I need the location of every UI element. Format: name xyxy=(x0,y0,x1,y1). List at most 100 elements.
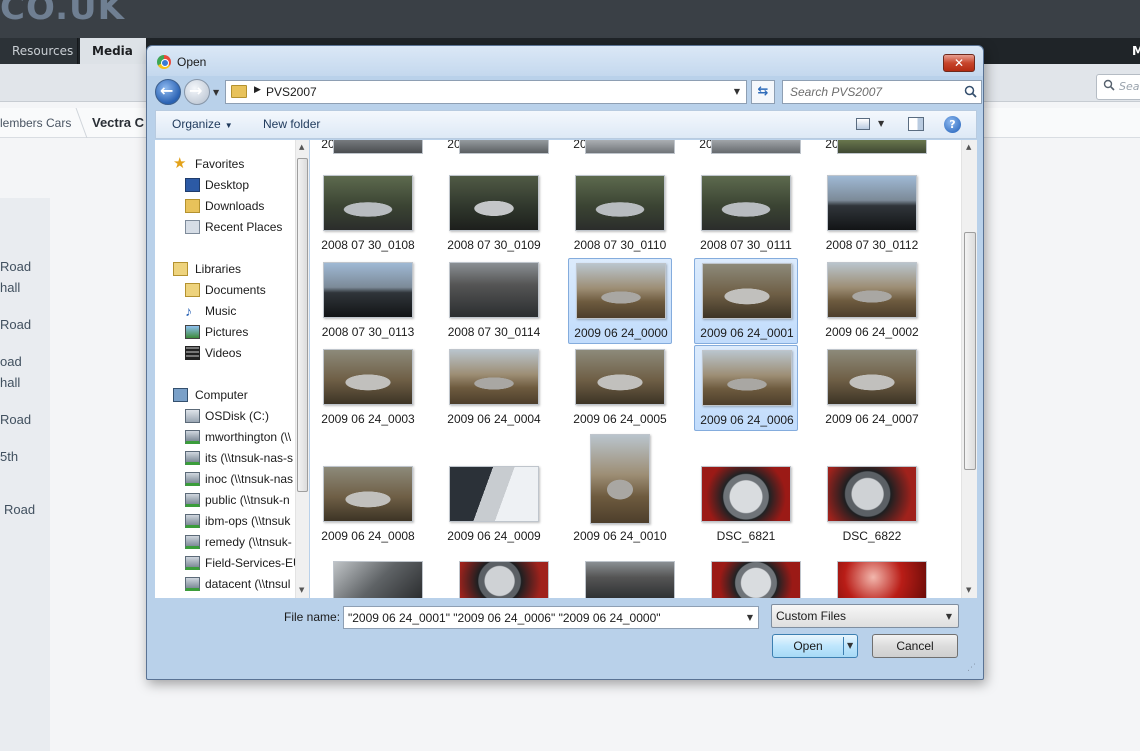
resize-grip-icon[interactable]: ⋰ xyxy=(967,663,976,673)
scroll-up-icon[interactable]: ▲ xyxy=(966,143,971,151)
preview-pane-icon[interactable] xyxy=(908,117,924,131)
file-item[interactable]: 2008 07 30_0114 xyxy=(442,258,546,344)
organize-button[interactable]: Organize ▼ xyxy=(172,117,233,131)
close-button[interactable]: ✕ xyxy=(943,54,975,72)
file-item[interactable]: 2009 06 24_0009 xyxy=(442,462,546,548)
search-input[interactable] xyxy=(783,81,959,103)
file-thumbnail-partial[interactable] xyxy=(711,140,801,154)
breadcrumb-members-cars[interactable]: lembers Cars xyxy=(0,116,71,130)
file-type-select[interactable]: Custom Files ▼ xyxy=(771,604,959,628)
file-thumbnail-partial[interactable] xyxy=(837,140,927,154)
file-thumbnail-partial[interactable] xyxy=(711,561,801,598)
file-item[interactable]: 2009 06 24_0007 xyxy=(820,345,924,431)
file-item[interactable]: 2009 06 24_0000 xyxy=(568,258,672,344)
open-options-dropdown-icon[interactable]: ▼ xyxy=(847,641,853,650)
breadcrumb-vectra-c[interactable]: Vectra C xyxy=(92,115,144,130)
file-thumbnail-partial[interactable] xyxy=(837,561,927,598)
file-list-scrollbar[interactable]: ▲ ▼ xyxy=(961,140,977,598)
file-item[interactable]: 2008 07 30_0111 xyxy=(694,171,798,257)
forward-button[interactable] xyxy=(184,79,210,105)
address-path[interactable]: ▶ PVS2007 ▼ xyxy=(225,80,747,104)
file-thumbnail-partial[interactable] xyxy=(333,140,423,154)
path-segment[interactable]: PVS2007 xyxy=(266,85,317,99)
nav-videos[interactable]: Videos xyxy=(155,343,295,364)
nav-pictures[interactable]: Pictures xyxy=(155,322,295,343)
nav-user[interactable]: Ma xyxy=(1120,38,1140,64)
file-thumbnail-partial[interactable] xyxy=(459,140,549,154)
file-item[interactable]: DSC_6821 xyxy=(694,462,798,548)
scroll-up-icon[interactable]: ▲ xyxy=(299,143,304,151)
nav-network-drive[interactable]: Field-Services-EU xyxy=(155,553,295,574)
nav-computer[interactable]: Computer xyxy=(155,385,295,406)
nav-libraries[interactable]: Libraries xyxy=(155,259,295,280)
nav-desktop[interactable]: Desktop xyxy=(155,175,295,196)
file-item[interactable]: 2009 06 24_0005 xyxy=(568,345,672,431)
file-name-dropdown-icon[interactable]: ▼ xyxy=(747,613,753,622)
nav-network-drive[interactable]: datacent (\\tnsul xyxy=(155,574,295,595)
network-drive-icon xyxy=(185,556,200,570)
file-item[interactable]: 2009 06 24_0010 xyxy=(568,434,672,548)
scroll-down-icon[interactable]: ▼ xyxy=(966,586,971,594)
address-dropdown-icon[interactable]: ▼ xyxy=(734,87,740,96)
search-icon[interactable] xyxy=(964,85,977,98)
nav-media[interactable]: Media xyxy=(80,38,146,64)
file-item[interactable]: 2008 07 30_0109 xyxy=(442,171,546,257)
nav-label: Pictures xyxy=(205,325,249,339)
nav-network-drive[interactable]: mworthington (\\ xyxy=(155,427,295,448)
sidebar-text[interactable]: Road xyxy=(0,317,31,332)
nav-scrollbar[interactable]: ▲ ▼ xyxy=(295,140,309,598)
file-item[interactable]: 2008 07 30_0108 xyxy=(316,171,420,257)
file-name-input[interactable] xyxy=(344,607,736,628)
file-list-scroll-thumb[interactable] xyxy=(964,232,976,470)
nav-recent-places[interactable]: Recent Places xyxy=(155,217,295,238)
cancel-button[interactable]: Cancel xyxy=(872,634,958,658)
sidebar-text[interactable]: Road xyxy=(0,259,31,274)
nav-network-drive[interactable]: remedy (\\tnsuk- xyxy=(155,532,295,553)
help-icon[interactable]: ? xyxy=(944,116,961,133)
nav-downloads[interactable]: Downloads xyxy=(155,196,295,217)
file-item[interactable]: 2008 07 30_0113 xyxy=(316,258,420,344)
file-item[interactable]: 2009 06 24_0004 xyxy=(442,345,546,431)
file-item[interactable]: 2009 06 24_0008 xyxy=(316,462,420,548)
network-drive-icon xyxy=(185,493,200,507)
file-item[interactable]: 2009 06 24_0001 xyxy=(694,258,798,344)
refresh-button[interactable]: ⇆ xyxy=(751,80,775,104)
file-item[interactable]: 2009 06 24_0002 xyxy=(820,258,924,344)
nav-drive[interactable]: OSDisk (C:) xyxy=(155,406,295,427)
history-dropdown-icon[interactable]: ▼ xyxy=(213,88,219,97)
new-folder-button[interactable]: New folder xyxy=(263,117,320,131)
nav-favorites[interactable]: ★ Favorites xyxy=(155,154,295,175)
file-item[interactable]: 2008 07 30_0112 xyxy=(820,171,924,257)
file-thumbnail-partial[interactable] xyxy=(585,561,675,598)
nav-network-drive[interactable]: public (\\tnsuk-n xyxy=(155,490,295,511)
nav-scroll-thumb[interactable] xyxy=(297,158,308,492)
nav-network-drive[interactable]: its (\\tnsuk-nas-s xyxy=(155,448,295,469)
sidebar-text[interactable]: Road xyxy=(0,412,31,427)
nav-documents[interactable]: Documents xyxy=(155,280,295,301)
sidebar-text[interactable]: 5th xyxy=(0,449,18,464)
dialog-titlebar[interactable]: Open ✕ xyxy=(147,46,983,76)
file-item[interactable]: DSC_6822 xyxy=(820,462,924,548)
file-thumbnail-partial[interactable] xyxy=(333,561,423,598)
sidebar-text[interactable]: oad xyxy=(0,354,22,369)
back-button[interactable] xyxy=(155,79,181,105)
file-thumbnail-partial[interactable] xyxy=(585,140,675,154)
open-button[interactable]: Open ▼ xyxy=(772,634,858,658)
scroll-down-icon[interactable]: ▼ xyxy=(299,586,304,594)
sidebar-text[interactable]: Road xyxy=(4,502,35,517)
site-logo[interactable]: CO.UK xyxy=(0,0,125,28)
path-chevron-icon[interactable]: ▶ xyxy=(254,85,261,95)
nav-resources[interactable]: Resources xyxy=(0,38,78,64)
file-thumbnail-partial[interactable] xyxy=(459,561,549,598)
nav-network-drive[interactable]: ibm-ops (\\tnsuk xyxy=(155,511,295,532)
sidebar-text[interactable]: hall xyxy=(0,375,20,390)
nav-music[interactable]: ♪ Music xyxy=(155,301,295,322)
file-item[interactable]: 2008 07 30_0110 xyxy=(568,171,672,257)
file-item[interactable]: 2009 06 24_0003 xyxy=(316,345,420,431)
documents-icon xyxy=(185,283,200,297)
nav-network-drive[interactable]: inoc (\\tnsuk-nas xyxy=(155,469,295,490)
file-item[interactable]: 2009 06 24_0006 xyxy=(694,345,798,431)
sidebar-text[interactable]: hall xyxy=(0,280,20,295)
views-dropdown-icon[interactable]: ▼ xyxy=(878,119,884,128)
change-view-icon[interactable] xyxy=(856,118,870,130)
